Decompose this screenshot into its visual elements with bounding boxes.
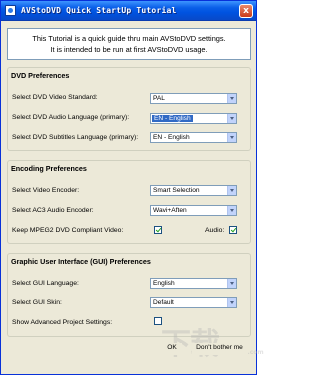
chevron-down-icon[interactable] xyxy=(227,206,236,215)
ac3-encoder-value: Wavi+Aften xyxy=(153,207,187,214)
ok-button[interactable]: OK xyxy=(162,343,182,355)
dvd-preferences-title: DVD Preferences xyxy=(11,71,70,80)
gui-language-value: English xyxy=(153,280,175,287)
audio-language-label: Select DVD Audio Language (primary): xyxy=(12,114,130,121)
video-standard-select[interactable]: PAL xyxy=(150,93,237,104)
video-standard-value: PAL xyxy=(153,95,165,102)
mpeg2-compliant-label: Keep MPEG2 DVD Compliant Video: xyxy=(12,227,124,234)
tutorial-window: AVStoDVD Quick StartUp Tutorial x This T… xyxy=(0,0,264,375)
app-icon xyxy=(5,5,16,16)
mpeg2-compliant-checkbox[interactable] xyxy=(154,226,162,234)
gui-language-label: Select GUI Language: xyxy=(12,280,79,287)
chevron-down-icon[interactable] xyxy=(227,133,236,142)
encoding-preferences-title: Encoding Preferences xyxy=(11,164,87,173)
gui-skin-value: Default xyxy=(153,299,174,306)
dont-bother-button[interactable]: Don't bother me xyxy=(192,343,247,355)
ac3-encoder-select[interactable]: Wavi+Aften xyxy=(150,205,237,216)
title-bar[interactable]: AVStoDVD Quick StartUp Tutorial x xyxy=(1,1,256,21)
video-standard-label: Select DVD Video Standard: xyxy=(12,94,98,101)
gui-language-select[interactable]: English xyxy=(150,278,237,289)
watermark-text: 下载 xyxy=(161,327,220,362)
window-title: AVStoDVD Quick StartUp Tutorial xyxy=(21,6,177,15)
gui-preferences-title: Graphic User Interface (GUI) Preferences xyxy=(11,257,151,266)
chevron-down-icon[interactable] xyxy=(227,186,236,195)
close-button[interactable]: x xyxy=(239,4,253,18)
audio-language-value: EN - English xyxy=(152,115,193,122)
chevron-down-icon[interactable] xyxy=(227,298,236,307)
intro-text-box: This Tutorial is a quick guide thru main… xyxy=(7,28,251,60)
gui-skin-select[interactable]: Default xyxy=(150,297,237,308)
video-encoder-value: Smart Selection xyxy=(153,187,200,194)
intro-line-1: This Tutorial is a quick guide thru main… xyxy=(32,34,226,43)
chevron-down-icon[interactable] xyxy=(227,279,236,288)
subtitles-language-label: Select DVD Subtitles Language (primary): xyxy=(12,134,139,141)
audio-compliant-checkbox[interactable] xyxy=(229,226,237,234)
audio-label: Audio: xyxy=(205,227,225,234)
subtitles-language-select[interactable]: EN - English xyxy=(150,132,237,143)
chevron-down-icon[interactable] xyxy=(227,114,236,123)
chevron-down-icon[interactable] xyxy=(227,94,236,103)
video-encoder-select[interactable]: Smart Selection xyxy=(150,185,237,196)
video-encoder-label: Select Video Encoder: xyxy=(12,187,80,194)
intro-line-2: It is intended to be run at first AVStoD… xyxy=(50,45,208,54)
subtitles-language-value: EN - English xyxy=(153,134,190,141)
audio-language-select[interactable]: EN - English xyxy=(150,113,237,124)
advanced-settings-label: Show Advanced Project Settings: xyxy=(12,319,113,326)
gui-skin-label: Select GUI Skin: xyxy=(12,299,62,306)
ac3-encoder-label: Select AC3 Audio Encoder: xyxy=(12,207,94,214)
